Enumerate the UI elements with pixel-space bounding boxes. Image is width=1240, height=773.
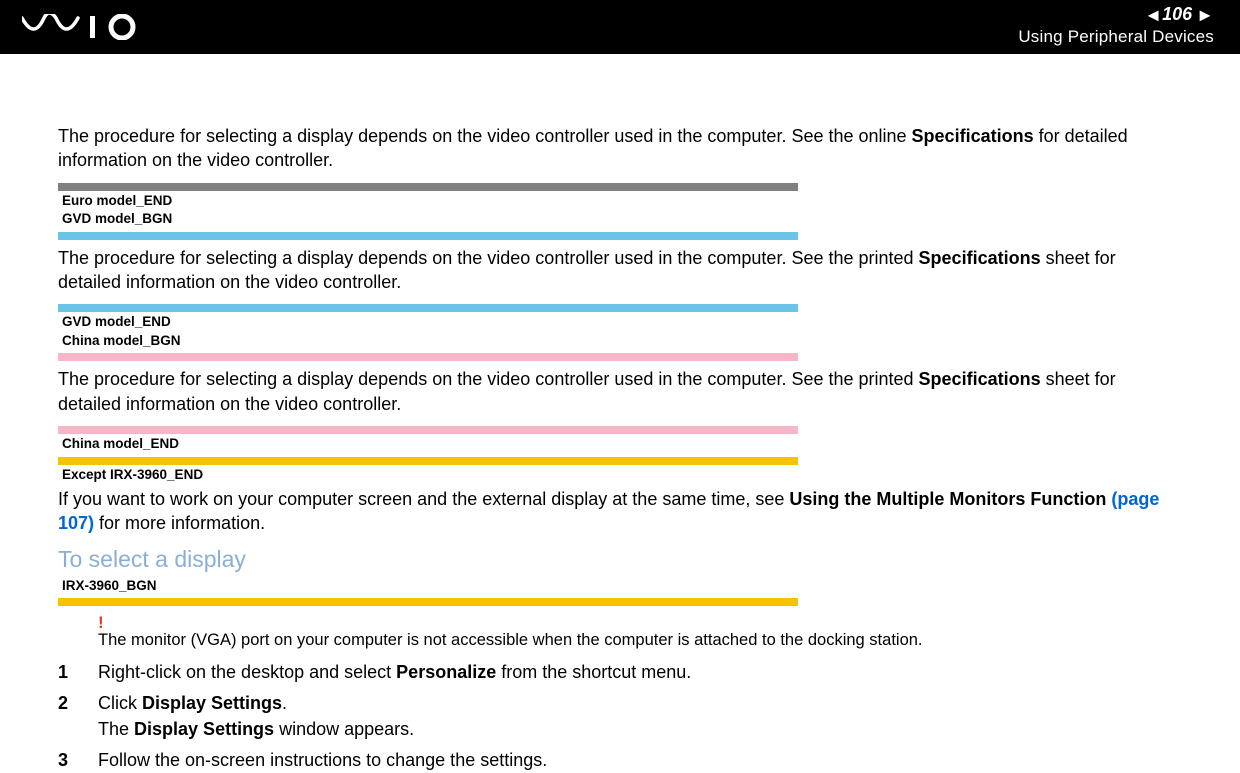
text-bold: Specifications [919,248,1041,268]
text: If you want to work on your computer scr… [58,489,789,509]
divider-blue [58,304,798,312]
page-number: 106 [1162,4,1192,25]
step-number: 1 [58,660,98,685]
text-bold: Personalize [396,662,496,682]
page-header: ◄ 106 ► Using Peripheral Devices [0,0,1240,54]
divider-gray [58,183,798,191]
divider-blue [58,232,798,240]
step-body: Right-click on the desktop and select Pe… [98,660,1182,685]
text-bold: Using the Multiple Monitors Function [789,489,1106,509]
text-bold: Display Settings [142,693,282,713]
text: for more information. [94,513,265,533]
text: The procedure for selecting a display de… [58,248,919,268]
tag-except-irx-end: Except IRX-3960_END [62,466,1182,484]
tag-irx-bgn: IRX-3960_BGN [62,577,1182,595]
text-bold: Specifications [912,126,1034,146]
step-body: Click Display Settings. The Display Sett… [98,691,1182,741]
gvd-paragraph: The procedure for selecting a display de… [58,246,1182,295]
model-block-china-irx: China model_END Except IRX-3960_END [58,426,1182,483]
step-body: Follow the on-screen instructions to cha… [98,748,1182,773]
tag-euro-end: Euro model_END [62,192,1182,210]
warning-note: ! The monitor (VGA) port on your compute… [98,614,1182,650]
step-number: 2 [58,691,98,741]
header-meta: ◄ 106 ► Using Peripheral Devices [1018,4,1214,47]
divider-gold [58,598,798,606]
tag-gvd-end: GVD model_END [62,313,1182,331]
text: The procedure for selecting a display de… [58,369,919,389]
text: The [98,719,134,739]
text: Follow the on-screen instructions to cha… [98,750,547,770]
divider-pink [58,426,798,434]
multimon-paragraph: If you want to work on your computer scr… [58,487,1182,536]
tag-china-bgn: China model_BGN [62,332,1182,350]
page-nav: ◄ 106 ► [1018,4,1214,25]
warning-icon: ! [98,614,1182,631]
step-1: 1 Right-click on the desktop and select … [58,660,1182,685]
divider-pink [58,353,798,361]
text: from the shortcut menu. [496,662,691,682]
section-title: Using Peripheral Devices [1018,27,1214,47]
text: window appears. [274,719,414,739]
text: . [282,693,287,713]
tag-gvd-bgn: GVD model_BGN [62,210,1182,228]
procedure-heading: To select a display [58,546,1182,573]
text: Right-click on the desktop and select [98,662,396,682]
model-block-gvd-china: GVD model_END China model_BGN [58,304,1182,361]
intro-paragraph: The procedure for selecting a display de… [58,124,1182,173]
text-bold: Specifications [919,369,1041,389]
model-block-euro-gvd: Euro model_END GVD model_BGN [58,183,1182,240]
divider-gold [58,457,798,465]
vaio-logo [22,14,142,40]
warning-text: The monitor (VGA) port on your computer … [98,631,1182,650]
text: The procedure for selecting a display de… [58,126,912,146]
step-number: 3 [58,748,98,773]
page-content: The procedure for selecting a display de… [0,54,1240,773]
text-bold: Display Settings [134,719,274,739]
china-paragraph: The procedure for selecting a display de… [58,367,1182,416]
model-block-irx-bgn: IRX-3960_BGN [58,577,1182,607]
step-2: 2 Click Display Settings. The Display Se… [58,691,1182,741]
step-3: 3 Follow the on-screen instructions to c… [58,748,1182,773]
tag-china-end: China model_END [62,435,1182,453]
prev-page-icon[interactable]: ◄ [1144,6,1158,24]
next-page-icon[interactable]: ► [1196,6,1214,24]
text: Click [98,693,142,713]
